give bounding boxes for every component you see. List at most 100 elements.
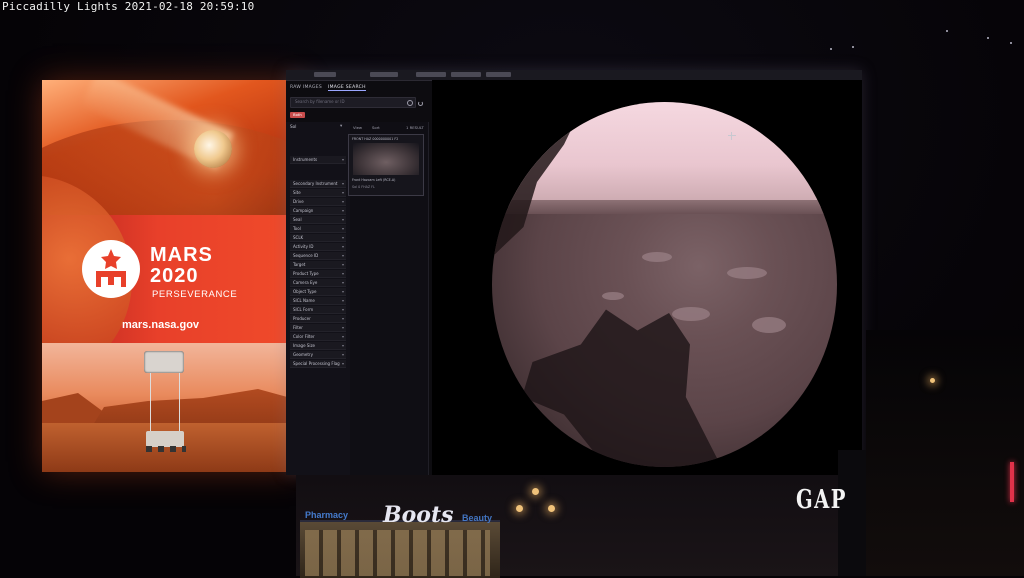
- filter-label: Special Processing Flag: [293, 361, 340, 366]
- filter-label: Site: [293, 190, 301, 195]
- topbar-button[interactable]: [370, 72, 398, 77]
- chevron-down-icon: ▾: [341, 208, 344, 213]
- search-input[interactable]: Search by filename or ID: [290, 97, 423, 108]
- topbar-button[interactable]: [314, 72, 336, 77]
- chevron-down-icon: ▾: [341, 244, 344, 249]
- chevron-down-icon: ▾: [341, 235, 344, 240]
- chevron-down-icon: ▾: [341, 343, 344, 348]
- entry-capsule: [194, 130, 232, 168]
- search-icon[interactable]: [407, 100, 413, 106]
- chevron-down-icon: ▾: [341, 181, 344, 186]
- filter-row[interactable]: Secondary Instrument ▾: [290, 180, 346, 188]
- filter-row[interactable]: Activity ID ▾: [290, 243, 346, 251]
- chevron-down-icon[interactable]: ▾: [340, 124, 342, 129]
- chevron-down-icon: ▾: [341, 190, 344, 195]
- filter-row[interactable]: SICL Form ▾: [290, 306, 346, 314]
- rover-glyph-icon: [96, 249, 126, 287]
- street-lamp: [548, 505, 555, 512]
- filter-label: Instruments: [293, 157, 318, 162]
- view-sort-bar: View Sort 1 RESULT: [350, 124, 428, 132]
- filter-label: SCLK: [293, 235, 304, 240]
- filter-label: Image Size: [293, 343, 316, 348]
- filter-chip[interactable]: Both: [290, 112, 305, 118]
- filter-label: Producer: [293, 316, 311, 321]
- sol-filter-label: Sol: [290, 124, 297, 129]
- street-lamp: [532, 488, 539, 495]
- filter-row[interactable]: Target ▾: [290, 261, 346, 269]
- right-building: [866, 330, 1024, 576]
- boots-sign: Boots: [383, 502, 454, 528]
- filter-row[interactable]: Sequence ID ▾: [290, 252, 346, 260]
- thumbnail-image[interactable]: [353, 143, 419, 175]
- street-lamp: [930, 378, 935, 383]
- filter-label: Drive: [293, 199, 304, 204]
- filter-row[interactable]: Site ▾: [290, 189, 346, 197]
- tab-raw-images[interactable]: RAW IMAGES: [290, 85, 322, 90]
- filter-row[interactable]: SCLK ▾: [290, 234, 346, 242]
- result-thumbnail-card[interactable]: FRONT HAZ 0000000001 F2 Front Hazcam Lef…: [348, 134, 424, 196]
- filter-label: SICL Form: [293, 307, 314, 312]
- chevron-down-icon: ▾: [341, 226, 344, 231]
- photo-scene: Piccadilly Lights 2021-02-18 20:59:10 MA…: [0, 0, 1024, 578]
- rock: [752, 317, 786, 333]
- topbar-button[interactable]: [416, 72, 446, 77]
- thumbnail-meta: Sol 0 FHAZ FL: [352, 185, 375, 189]
- filter-row[interactable]: Color Filter ▾: [290, 333, 346, 341]
- filter-row[interactable]: Camera Eye ▾: [290, 279, 346, 287]
- mars2020-billboard: MARS 2020 PERSEVERANCE mars.nasa.gov: [42, 80, 300, 472]
- filter-label: Seal: [293, 217, 302, 222]
- rock: [672, 307, 710, 321]
- camera-timestamp: Piccadilly Lights 2021-02-18 20:59:10: [2, 0, 255, 13]
- hazcam-image: [492, 102, 837, 467]
- filter-row[interactable]: Filter ▾: [290, 324, 346, 332]
- filter-label: Filter: [293, 325, 303, 330]
- filter-row[interactable]: Geometry ▾: [290, 351, 346, 359]
- topbar-button[interactable]: [486, 72, 511, 77]
- filter-row[interactable]: Seal ▾: [290, 216, 346, 224]
- logo-panel: MARS 2020 PERSEVERANCE mars.nasa.gov: [42, 175, 300, 385]
- image-viewer: [432, 80, 862, 475]
- chevron-down-icon: ▾: [341, 157, 344, 162]
- filter-row[interactable]: Object Type ▾: [290, 288, 346, 296]
- filter-row-instruments[interactable]: Instruments ▾: [290, 156, 346, 164]
- filter-label: Activity ID: [293, 244, 314, 249]
- filter-label: SICL Name: [293, 298, 315, 303]
- star: [946, 30, 948, 32]
- mars2020-title: MARS 2020: [150, 245, 213, 287]
- topbar-button[interactable]: [451, 72, 481, 77]
- filter-row[interactable]: Campaign ▾: [290, 207, 346, 215]
- filter-row[interactable]: Drive ▾: [290, 198, 346, 206]
- sky-crane-cables: [150, 373, 180, 431]
- rock: [727, 267, 767, 279]
- chevron-down-icon: ▾: [341, 325, 344, 330]
- filter-row[interactable]: Tool ▾: [290, 225, 346, 233]
- star: [987, 37, 989, 39]
- filter-row[interactable]: Producer ▾: [290, 315, 346, 323]
- perseverance-logo-icon: [82, 240, 140, 298]
- refresh-icon[interactable]: [418, 101, 423, 106]
- tab-image-search[interactable]: IMAGE SEARCH: [328, 85, 366, 91]
- shop-windows: [305, 530, 490, 576]
- star: [852, 46, 854, 48]
- thumbnail-title: FRONT HAZ 0000000001 F2: [352, 137, 399, 141]
- filter-row[interactable]: Image Size ▾: [290, 342, 346, 350]
- chevron-down-icon: ▾: [341, 298, 344, 303]
- filter-row[interactable]: Special Processing Flag ▾: [290, 360, 346, 368]
- mars-word: MARS: [150, 244, 213, 266]
- sort-toggle[interactable]: Sort: [372, 125, 380, 130]
- chevron-down-icon: ▾: [341, 280, 344, 285]
- view-toggle[interactable]: View: [353, 125, 362, 130]
- filter-label: Color Filter: [293, 334, 315, 339]
- gap-sign: GAP: [796, 485, 847, 515]
- crosshair-icon: [728, 132, 736, 140]
- filter-row[interactable]: SICL Name ▾: [290, 297, 346, 305]
- filter-label: Product Type: [293, 271, 319, 276]
- star: [1010, 42, 1012, 44]
- filter-label: Target: [293, 262, 306, 267]
- filter-row[interactable]: Product Type ▾: [290, 270, 346, 278]
- chevron-down-icon: ▾: [341, 289, 344, 294]
- chevron-down-icon: ▾: [341, 217, 344, 222]
- app-tabs: RAW IMAGES IMAGE SEARCH: [286, 84, 426, 96]
- rover-wheels: [146, 446, 186, 452]
- star: [830, 48, 832, 50]
